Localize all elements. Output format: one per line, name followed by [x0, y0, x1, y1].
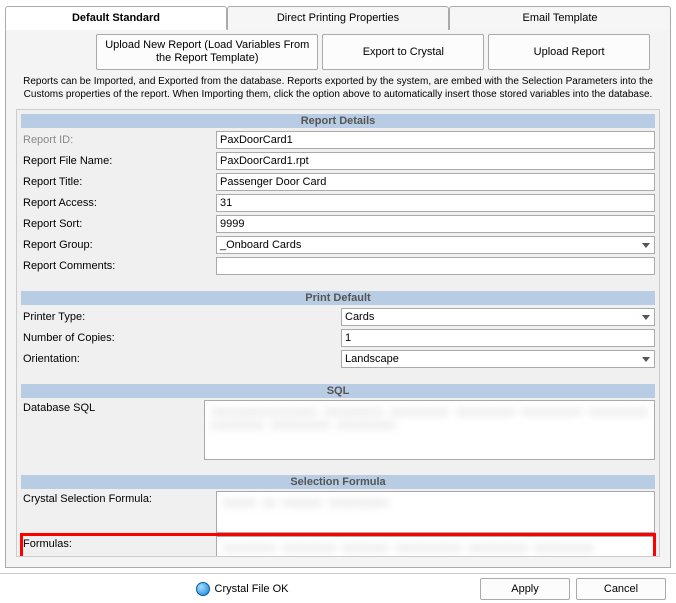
section-selection-formula: Selection Formula: [21, 475, 655, 489]
blurred-sql-placeholder: xxxxxxxx xxxxxxxxx xxxxxxxxx: [211, 418, 648, 431]
export-to-crystal-button[interactable]: Export to Crystal: [322, 34, 484, 70]
section-sql: SQL: [21, 384, 655, 398]
report-access-label: Report Access:: [21, 197, 216, 209]
report-sort-input[interactable]: [216, 215, 655, 233]
formulas-label: Formulas:: [21, 536, 216, 550]
upload-report-button[interactable]: Upload Report: [488, 34, 650, 70]
database-sql-textarea[interactable]: xxxxxxxxxxxxxxxx xxxxxxxxx xxxxxxxxx xxx…: [204, 400, 655, 460]
report-access-input[interactable]: [216, 194, 655, 212]
orientation-select[interactable]: Landscape: [341, 350, 655, 368]
tab-default-standard[interactable]: Default Standard: [5, 6, 227, 30]
printer-type-label: Printer Type:: [21, 311, 341, 323]
status-text: Crystal File OK: [215, 583, 289, 595]
tab-email-template[interactable]: Email Template: [449, 6, 671, 30]
formulas-row-highlight: Formulas: xxxxxxxx xxxxxxxx xxxxxxx xxxx…: [21, 534, 655, 557]
formulas-textarea[interactable]: xxxxxxxx xxxxxxxx xxxxxxx xxxxxxxxxx xxx…: [216, 536, 655, 557]
upload-new-report-button[interactable]: Upload New Report (Load Variables From t…: [96, 34, 318, 70]
number-of-copies-input[interactable]: [341, 329, 655, 347]
printer-type-select[interactable]: Cards: [341, 308, 655, 326]
crystal-selection-formula-textarea[interactable]: xxxxx xx xxxxxx xxxxxxxxx: [216, 491, 655, 533]
report-comments-label: Report Comments:: [21, 260, 216, 272]
section-print-default: Print Default: [21, 291, 655, 305]
section-report-details: Report Details: [21, 114, 655, 128]
blurred-formulas-placeholder: xxxxxxxx xxxxxxxx xxxxxxx xxxxxxxxxx xxx…: [223, 541, 648, 554]
report-file-name-input[interactable]: [216, 152, 655, 170]
report-group-label: Report Group:: [21, 239, 216, 251]
tab-direct-printing[interactable]: Direct Printing Properties: [227, 6, 449, 30]
cancel-button[interactable]: Cancel: [576, 578, 666, 600]
blurred-sql-placeholder: xxxxxxxxxxxxxxxx xxxxxxxxx xxxxxxxxx xxx…: [211, 405, 648, 418]
help-text: Reports can be Imported, and Exported fr…: [6, 74, 670, 107]
blurred-formula-placeholder: xxxxx xx xxxxxx xxxxxxxxx: [223, 496, 648, 509]
database-sql-label: Database SQL: [21, 400, 204, 414]
report-title-label: Report Title:: [21, 176, 216, 188]
report-group-select[interactable]: _Onboard Cards: [216, 236, 655, 254]
report-sort-label: Report Sort:: [21, 218, 216, 230]
orientation-label: Orientation:: [21, 353, 341, 365]
report-comments-input[interactable]: [216, 257, 655, 275]
report-title-input[interactable]: [216, 173, 655, 191]
apply-button[interactable]: Apply: [480, 578, 570, 600]
globe-icon: [196, 582, 210, 596]
report-id-value: PaxDoorCard1: [216, 131, 655, 149]
report-file-name-label: Report File Name:: [21, 155, 216, 167]
crystal-selection-formula-label: Crystal Selection Formula:: [21, 491, 216, 505]
report-id-label: Report ID:: [21, 134, 216, 146]
number-of-copies-label: Number of Copies:: [21, 332, 341, 344]
